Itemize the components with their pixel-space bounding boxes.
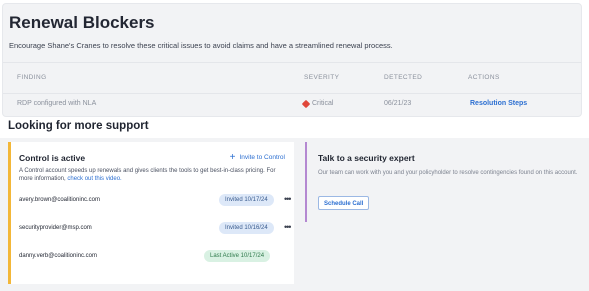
control-description: A Control account speeds up renewals and… [19,167,289,183]
table-row: RDP configured with NLA Critical 06/21/2… [3,92,581,116]
support-section-title: Looking for more support [8,120,149,132]
column-header-finding: FINDING [17,74,47,81]
status-badge: Last Active 10/17/24 [204,250,271,262]
more-options-icon[interactable]: ••• [284,222,292,232]
detected-cell: 06/21/23 [384,100,412,107]
plus-icon: + [229,151,236,163]
column-header-detected: DETECTED [384,74,423,81]
member-email: avery.brown@coalitioninc.com [19,197,101,203]
renewal-blockers-card: Renewal Blockers Encourage Shane's Crane… [2,3,582,117]
renewal-blockers-subtitle: Encourage Shane's Cranes to resolve thes… [9,41,393,50]
more-options-icon[interactable]: ••• [284,194,292,204]
column-header-actions: ACTIONS [468,74,500,81]
status-badge: Invited 10/16/24 [219,222,274,234]
control-card: Control is active + Invite to Control A … [8,142,294,284]
member-email: danny.verb@coalitioninc.com [19,253,98,259]
severity-label: Critical [312,100,334,107]
table-header: FINDING SEVERITY DETECTED ACTIONS [3,62,581,94]
critical-icon [301,99,311,108]
status-badge: Invited 10/17/24 [219,194,274,206]
member-row: avery.brown@coalitioninc.com Invited 10/… [19,194,292,208]
invite-label: Invite to Control [239,154,285,161]
expert-title: Talk to a security expert [318,153,415,163]
video-link[interactable]: check out this video. [67,176,121,182]
severity-cell: Critical [301,99,334,108]
expert-description: Our team can work with you and your poli… [318,170,578,176]
member-row: danny.verb@coalitioninc.com Last Active … [19,250,289,264]
member-row: securityprovider@msp.com Invited 10/16/2… [19,222,292,236]
renewal-blockers-title: Renewal Blockers [9,13,155,32]
resolution-steps-link[interactable]: Resolution Steps [470,100,527,107]
control-description-text: A Control account speeds up renewals and… [19,168,276,182]
control-title: Control is active [19,153,86,163]
schedule-call-button[interactable]: Schedule Call [318,196,370,210]
column-header-severity: SEVERITY [304,74,340,81]
invite-to-control-button[interactable]: + Invite to Control [229,151,285,163]
security-expert-card: Talk to a security expert Our team can w… [305,142,582,222]
finding-cell: RDP configured with NLA [17,100,97,107]
member-email: securityprovider@msp.com [19,225,92,231]
